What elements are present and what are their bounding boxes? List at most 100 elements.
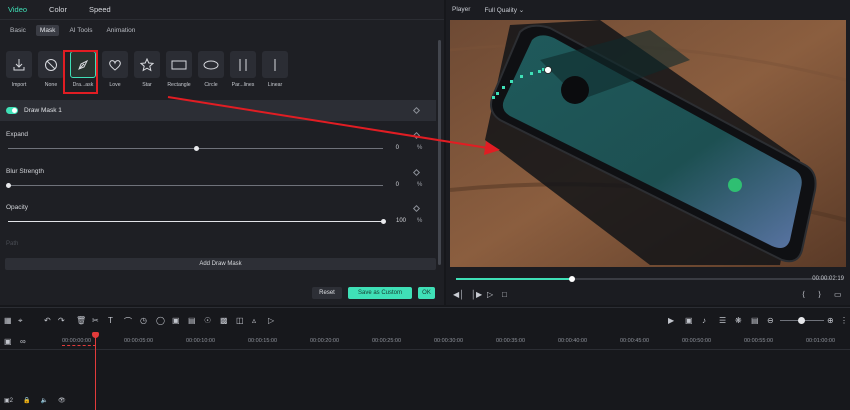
rectangle-icon xyxy=(171,60,187,69)
blur-unit: % xyxy=(417,182,423,188)
nav-right-icon[interactable]: ⟩ xyxy=(818,290,821,299)
zoom-out-icon[interactable]: ⊖ xyxy=(767,316,774,325)
play-icon[interactable]: ▷ xyxy=(487,290,493,299)
mask-rectangle[interactable]: Rectangle xyxy=(166,51,192,88)
subtab-mask[interactable]: Mask xyxy=(35,24,60,36)
opacity-value[interactable]: 100 xyxy=(390,218,406,224)
layout-icon[interactable]: ▦ xyxy=(4,316,12,325)
opacity-slider[interactable] xyxy=(8,221,383,222)
mask-icon[interactable]: ▩ xyxy=(220,316,228,325)
heart-icon xyxy=(109,59,121,71)
tab-speed[interactable]: Speed xyxy=(89,5,111,14)
voice-icon[interactable]: ☰ xyxy=(719,316,726,325)
crop-icon[interactable]: ⌒ xyxy=(124,316,132,327)
expand-slider-knob[interactable] xyxy=(193,146,199,151)
mask-none-label: None xyxy=(44,82,58,88)
quality-select[interactable]: Full Quality ⌄ xyxy=(484,6,524,14)
reset-button[interactable]: Reset xyxy=(312,287,342,299)
render-icon[interactable]: ▶ xyxy=(668,316,674,325)
video-frame xyxy=(450,20,846,267)
expand-unit: % xyxy=(417,145,423,151)
undo-icon[interactable]: ↶ xyxy=(44,316,51,325)
ripple-icon[interactable]: ⌖ xyxy=(18,316,23,326)
link-icon[interactable]: ∞ xyxy=(20,337,26,346)
fit-icon[interactable]: ▣ xyxy=(172,316,180,325)
group-icon[interactable]: ▵ xyxy=(252,316,256,325)
mask-star-label: Star xyxy=(142,82,152,88)
ai-icon[interactable]: ❋ xyxy=(735,316,742,325)
lock-icon[interactable]: 🔒 xyxy=(23,397,30,404)
time-ruler[interactable]: 00:00:00:00 00:00:05:00 00:00:10:00 00:0… xyxy=(0,336,850,350)
panel-scrollbar[interactable] xyxy=(438,40,441,265)
import-icon xyxy=(13,58,25,70)
color-icon[interactable]: ◯ xyxy=(156,316,165,325)
ungroup-icon[interactable]: ▷ xyxy=(268,316,274,325)
tick-5: 00:00:25:00 xyxy=(372,338,402,344)
playback-progress[interactable] xyxy=(456,276,831,282)
mask-circle-label: Circle xyxy=(204,82,218,88)
zoom-in-icon[interactable]: ⊕ xyxy=(827,316,834,325)
mask-shapes: Import None Dra...ask Love Star Rectangl… xyxy=(6,51,288,88)
blur-slider[interactable] xyxy=(8,185,383,186)
zoom-slider-handle[interactable] xyxy=(798,317,805,324)
tab-video[interactable]: Video xyxy=(8,5,27,14)
tick-1: 00:00:05:00 xyxy=(124,338,154,344)
mask-none[interactable]: None xyxy=(38,51,64,88)
mask-item-row[interactable]: Draw Mask 1 xyxy=(0,100,436,121)
tab-color[interactable]: Color xyxy=(49,5,67,14)
quality-value: Full Quality xyxy=(484,7,517,14)
split-icon[interactable]: ◫ xyxy=(236,316,244,325)
mask-import[interactable]: Import xyxy=(6,51,32,88)
progress-handle[interactable] xyxy=(569,276,576,282)
transform-icon[interactable]: ▤ xyxy=(188,316,196,325)
next-frame-icon[interactable]: │▶ xyxy=(471,290,482,299)
more-icon[interactable]: ⋮ xyxy=(840,316,848,325)
mic-icon[interactable]: ♪ xyxy=(702,316,706,325)
playhead[interactable] xyxy=(95,333,96,410)
mask-star[interactable]: Star xyxy=(134,51,160,88)
text-icon[interactable]: T xyxy=(108,316,113,325)
mask-circle[interactable]: Circle xyxy=(198,51,224,88)
expand-value[interactable]: 0 xyxy=(383,145,399,151)
adjust-icon[interactable]: ☉ xyxy=(204,316,211,325)
star-icon xyxy=(140,57,154,71)
prev-frame-icon[interactable]: ◀│ xyxy=(453,290,464,299)
mask-linear[interactable]: Linear xyxy=(262,51,288,88)
eye-icon[interactable]: 👁 xyxy=(58,397,66,404)
delete-icon[interactable]: 🗑 xyxy=(76,316,86,325)
nav-left-icon[interactable]: ⟨ xyxy=(802,290,805,299)
subtab-ai-tools[interactable]: AI Tools xyxy=(65,25,96,36)
save-as-custom-button[interactable]: Save as Custom xyxy=(348,287,412,299)
ok-button[interactable]: OK xyxy=(418,287,435,299)
redo-icon[interactable]: ↷ xyxy=(58,316,65,325)
opacity-slider-knob[interactable] xyxy=(381,219,386,224)
blur-keyframe-icon[interactable] xyxy=(412,168,421,177)
audio-icon[interactable]: 🔈 xyxy=(41,397,48,404)
mask-love[interactable]: Love xyxy=(102,51,128,88)
marker-icon[interactable]: ▣ xyxy=(685,316,693,325)
add-track-icon[interactable]: ▣ xyxy=(4,337,12,346)
subtab-basic[interactable]: Basic xyxy=(6,25,30,36)
expand-keyframe-icon[interactable] xyxy=(412,131,421,140)
add-draw-mask-button[interactable]: Add Draw Mask xyxy=(5,258,436,270)
range-marker xyxy=(62,345,96,346)
opacity-keyframe-icon[interactable] xyxy=(412,204,421,213)
screen-icon[interactable]: ▭ xyxy=(834,290,842,299)
speed-icon[interactable]: ◷ xyxy=(140,316,147,325)
blur-slider-knob[interactable] xyxy=(6,183,11,188)
snapshot-icon[interactable]: ▤ xyxy=(751,316,759,325)
main-tabs: Video Color Speed xyxy=(0,0,444,20)
blur-value[interactable]: 0 xyxy=(383,182,399,188)
tick-11: 00:00:55:00 xyxy=(744,338,774,344)
stop-icon[interactable]: □ xyxy=(502,290,507,299)
track-count: 2 xyxy=(9,398,14,404)
mask-toggle[interactable] xyxy=(6,107,18,114)
player-header: Player Full Quality ⌄ xyxy=(452,6,524,14)
mask-linear-label: Linear xyxy=(267,82,283,88)
cut-icon[interactable]: ✂ xyxy=(92,316,99,325)
track-header: ▣2 🔒 🔈 👁 xyxy=(4,397,66,404)
subtab-animation[interactable]: Animation xyxy=(102,25,139,36)
mask-parallel-lines[interactable]: Par...lines xyxy=(230,51,256,88)
video-preview[interactable] xyxy=(450,20,846,267)
player-label: Player xyxy=(452,6,471,13)
